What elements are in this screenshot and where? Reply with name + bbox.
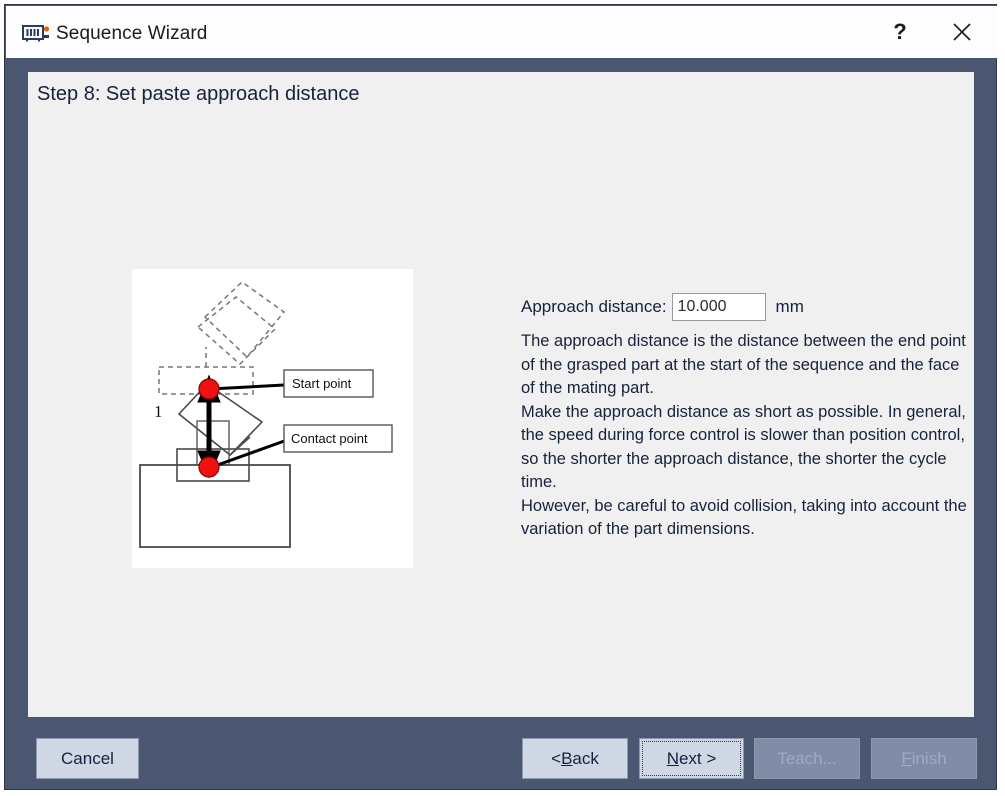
finish-button: Finish xyxy=(871,738,977,779)
description-paragraph-3: However, be careful to avoid collision, … xyxy=(521,496,967,539)
back-button[interactable]: < Back xyxy=(522,738,628,779)
next-button-mnemonic: N xyxy=(666,748,679,768)
next-button-suffix: ext > xyxy=(678,748,717,768)
finish-button-suffix: inish xyxy=(911,748,947,768)
description-text: The approach distance is the distance be… xyxy=(521,330,973,542)
finish-button-mnemonic: F xyxy=(901,748,912,768)
description-paragraph-1: The approach distance is the distance be… xyxy=(521,332,966,397)
back-button-prefix: < xyxy=(551,748,562,768)
approach-distance-row: Approach distance: mm xyxy=(521,293,804,321)
paste-approach-distance-diagram: 1 Start point Contact point xyxy=(132,269,413,568)
close-icon[interactable] xyxy=(931,6,993,58)
device-module-icon xyxy=(22,24,50,42)
wizard-content-panel: Step 8: Set paste approach distance 1 St… xyxy=(28,72,974,717)
sequence-wizard-window: Sequence Wizard ? Step 8: Set paste appr… xyxy=(4,4,997,790)
page-title: Step 8: Set paste approach distance xyxy=(37,83,360,105)
diagram-dimension-label: 1 xyxy=(154,402,163,421)
approach-distance-unit: mm xyxy=(775,297,804,316)
window-title: Sequence Wizard xyxy=(56,23,208,44)
approach-distance-input[interactable] xyxy=(671,293,766,321)
next-button[interactable]: Next > xyxy=(639,738,744,779)
diagram-start-point-label: Start point xyxy=(292,376,352,391)
screen: Sequence Wizard ? Step 8: Set paste appr… xyxy=(0,0,1005,796)
title-bar: Sequence Wizard ? xyxy=(6,6,997,58)
back-button-suffix: ack xyxy=(572,748,599,768)
description-paragraph-2: Make the approach distance as short as p… xyxy=(521,402,966,492)
help-button[interactable]: ? xyxy=(869,6,931,58)
teach-button: Teach... xyxy=(754,738,860,779)
approach-distance-label: Approach distance: xyxy=(521,297,667,316)
diagram-contact-point-label: Contact point xyxy=(291,431,368,446)
back-button-mnemonic: B xyxy=(561,748,573,768)
cancel-button[interactable]: Cancel xyxy=(36,738,139,779)
